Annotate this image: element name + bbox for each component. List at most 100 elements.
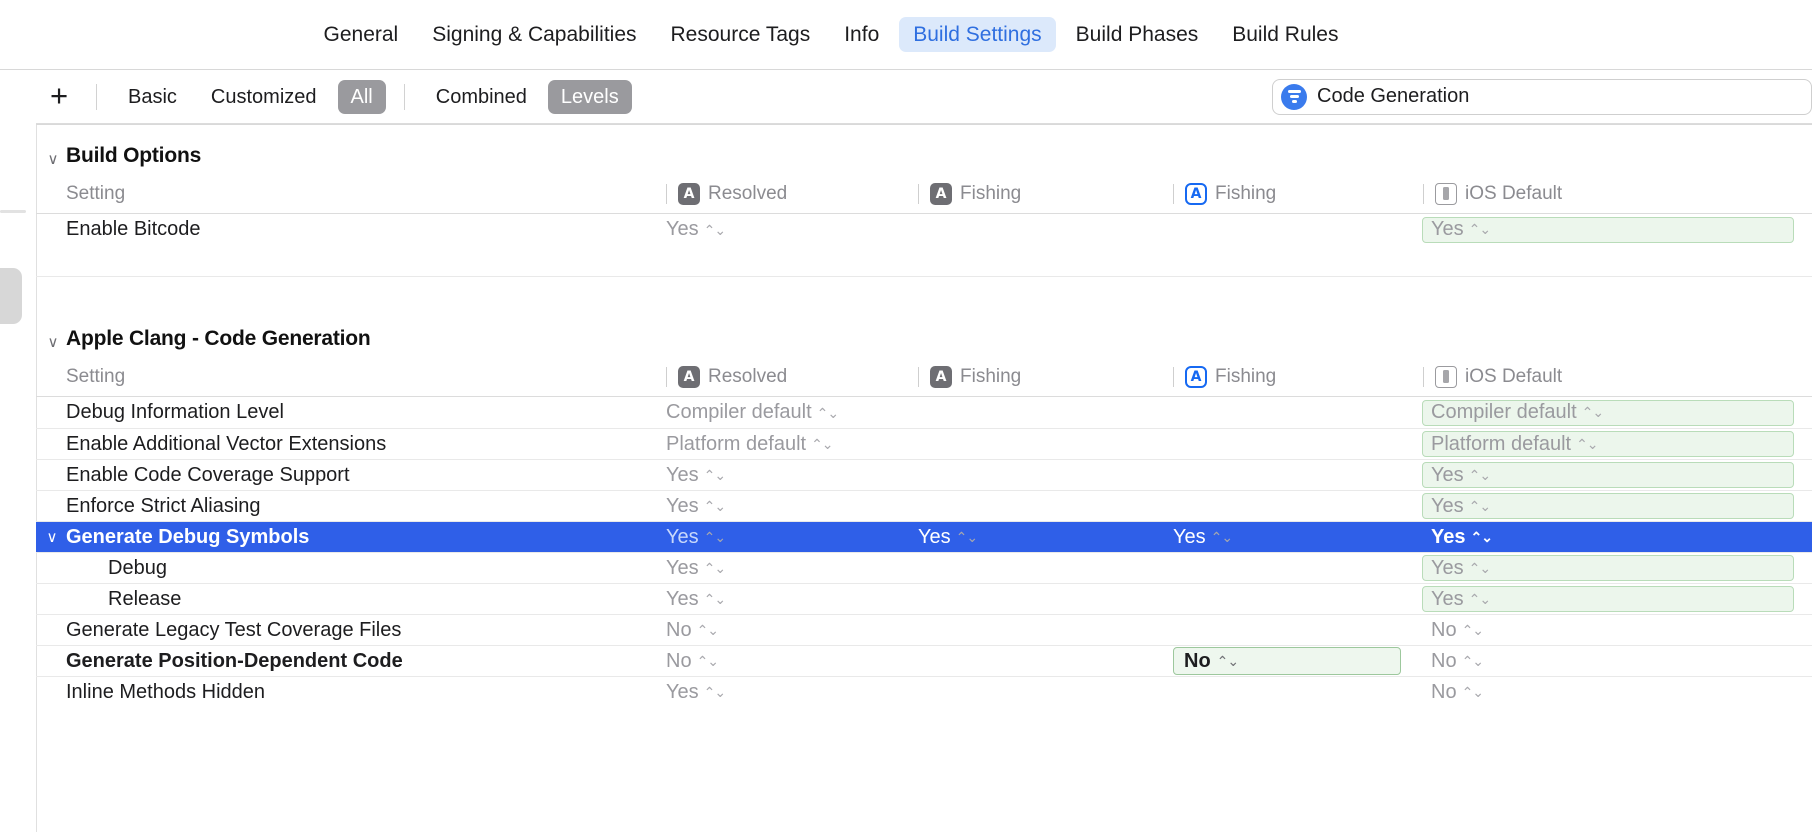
cell-resolved[interactable]: Yes ⌃⌄ [666, 495, 918, 518]
scope-customized[interactable]: Customized [198, 80, 330, 114]
cell-target-1[interactable]: Yes ⌃⌄ [918, 526, 1173, 549]
ios-default-value[interactable]: Yes ⌃⌄ [1422, 216, 1794, 243]
setting-label: Enable Additional Vector Extensions [66, 432, 387, 455]
cell-setting-name: Generate Debug Symbols [36, 526, 666, 549]
ios-default-value[interactable]: Compiler default ⌃⌄ [1422, 399, 1794, 426]
ios-default-value[interactable]: Yes ⌃⌄ [1422, 493, 1794, 519]
ios-default-text: Yes [1431, 494, 1464, 517]
cell-setting-name: Debug Information Level [36, 401, 666, 424]
cell-resolved[interactable]: Platform default ⌃⌄ [666, 433, 918, 456]
ios-default-value[interactable]: No ⌃⌄ [1422, 648, 1794, 674]
tab-info[interactable]: Info [830, 17, 893, 52]
cell-target-2[interactable]: No ⌃⌄ [1173, 647, 1423, 675]
tab-resource-tags[interactable]: Resource Tags [657, 17, 825, 52]
chevron-down-icon[interactable]: ∨ [40, 150, 66, 168]
cell-ios-default[interactable]: Yes ⌃⌄ [1422, 216, 1812, 243]
cell-ios-default[interactable]: Yes ⌃⌄ [1422, 586, 1812, 612]
ios-default-value[interactable]: Platform default ⌃⌄ [1422, 431, 1794, 457]
ios-default-value[interactable]: Yes ⌃⌄ [1422, 462, 1794, 488]
column-header-setting[interactable]: Setting [36, 183, 666, 205]
table-row[interactable]: ∨ Generate Debug Symbols Yes ⌃⌄ Yes ⌃⌄ Yes ⌃⌄ Ye… [36, 521, 1812, 552]
table-row[interactable]: Enable Additional Vector Extensions Platf… [36, 428, 1812, 459]
column-header-target-2[interactable]: A Fishing [1173, 365, 1423, 388]
column-header-ios-default-label: iOS Default [1465, 365, 1563, 387]
column-header-target-1[interactable]: A Fishing [918, 365, 1173, 388]
ios-device-icon [1435, 365, 1457, 388]
tab-signing-capabilities[interactable]: Signing & Capabilities [418, 17, 650, 52]
table-row[interactable]: Generate Position-Dependent Code No ⌃⌄ No ⌃⌄… [36, 645, 1812, 676]
cell-ios-default[interactable]: No ⌃⌄ [1423, 617, 1812, 643]
mode-segmented-control: Combined Levels [419, 79, 636, 114]
table-row[interactable]: Debug Information Level Compiler default ⌃… [36, 397, 1812, 428]
column-divider [1173, 366, 1174, 387]
focused-value-editor[interactable]: No ⌃⌄ [1173, 647, 1401, 675]
table-row[interactable]: Generate Legacy Test Coverage Files No ⌃⌄ N… [36, 614, 1812, 645]
cell-ios-default[interactable]: No ⌃⌄ [1423, 648, 1812, 674]
ios-default-value[interactable]: No ⌃⌄ [1422, 679, 1794, 705]
table-row[interactable]: Enable Bitcode Yes ⌃⌄ Yes ⌃⌄ [36, 214, 1812, 245]
cell-ios-default[interactable]: No ⌃⌄ [1423, 679, 1812, 705]
table-row[interactable]: Release Yes ⌃⌄ Yes ⌃⌄ [36, 583, 1812, 614]
ios-default-value[interactable]: Yes ⌃⌄ [1422, 524, 1794, 550]
cell-ios-default[interactable]: Yes ⌃⌄ [1422, 555, 1812, 581]
cell-resolved[interactable]: Yes ⌃⌄ [666, 464, 918, 487]
chevron-down-icon[interactable]: ∨ [40, 333, 66, 351]
cell-resolved[interactable]: Yes ⌃⌄ [666, 526, 918, 549]
xcode-project-icon-glyph: A [935, 185, 947, 202]
table-row[interactable]: Inline Methods Hidden Yes ⌃⌄ No ⌃⌄ [36, 676, 1812, 707]
xcode-project-icon: A [678, 182, 700, 205]
cell-ios-default[interactable]: Platform default ⌃⌄ [1422, 431, 1812, 457]
build-settings-table: ∨ Build Options Setting A Resolved A Fishing A F… [0, 124, 1812, 832]
tab-build-settings[interactable]: Build Settings [899, 17, 1056, 52]
add-setting-button[interactable]: + [36, 70, 82, 123]
table-row[interactable]: Debug Yes ⌃⌄ Yes ⌃⌄ [36, 552, 1812, 583]
setting-label: Generate Position-Dependent Code [66, 649, 403, 672]
mode-levels[interactable]: Levels [547, 79, 632, 114]
cell-setting-name: Debug [36, 557, 666, 580]
cell-ios-default[interactable]: Yes ⌃⌄ [1423, 524, 1812, 550]
column-header-target-1[interactable]: A Fishing [918, 182, 1173, 205]
settings-search-field[interactable]: Code Generation [1272, 78, 1812, 115]
stepper-icon: ⌃⌄ [1468, 466, 1491, 483]
ios-default-value[interactable]: No ⌃⌄ [1422, 617, 1794, 643]
stepper-icon: ⌃⌄ [1468, 559, 1491, 576]
scope-all[interactable]: All [337, 79, 386, 114]
column-header-resolved[interactable]: A Resolved [666, 182, 918, 205]
ios-default-value[interactable]: Yes ⌃⌄ [1422, 586, 1794, 612]
cell-resolved[interactable]: No ⌃⌄ [666, 650, 918, 673]
vertical-scrollbar-thumb[interactable] [0, 268, 22, 324]
scope-basic[interactable]: Basic [115, 80, 190, 114]
cell-value-text: Platform default [666, 432, 807, 455]
ios-default-text: Compiler default [1431, 401, 1577, 423]
xcode-project-icon: A [678, 365, 700, 388]
column-header-target-1-label: Fishing [960, 365, 1022, 387]
cell-resolved[interactable]: Yes ⌃⌄ [666, 218, 918, 241]
cell-ios-default[interactable]: Compiler default ⌃⌄ [1422, 399, 1812, 426]
cell-resolved[interactable]: No ⌃⌄ [666, 619, 918, 642]
chevron-down-icon[interactable]: ∨ [42, 528, 62, 546]
tab-general[interactable]: General [310, 17, 413, 52]
column-header-setting[interactable]: Setting [36, 366, 666, 388]
tab-build-phases[interactable]: Build Phases [1062, 17, 1213, 52]
tab-build-rules[interactable]: Build Rules [1218, 17, 1352, 52]
column-header-resolved[interactable]: A Resolved [666, 365, 918, 388]
setting-label: Enable Code Coverage Support [66, 463, 350, 486]
cell-ios-default[interactable]: Yes ⌃⌄ [1422, 493, 1812, 519]
cell-resolved[interactable]: Compiler default ⌃⌄ [666, 401, 918, 424]
mode-combined[interactable]: Combined [423, 80, 540, 114]
cell-resolved[interactable]: Yes ⌃⌄ [666, 681, 918, 704]
cell-resolved[interactable]: Yes ⌃⌄ [666, 588, 918, 611]
cell-value: Yes ⌃⌄ [918, 526, 1173, 549]
cell-setting-name: Enforce Strict Aliasing [36, 495, 666, 518]
column-header-ios-default[interactable]: iOS Default [1423, 182, 1812, 205]
table-row[interactable]: Enable Code Coverage Support Yes ⌃⌄ Yes ⌃⌄ [36, 459, 1812, 490]
cell-resolved[interactable]: Yes ⌃⌄ [666, 557, 918, 580]
column-header-ios-default[interactable]: iOS Default [1423, 365, 1812, 388]
column-header-target-2[interactable]: A Fishing [1173, 182, 1423, 205]
cell-ios-default[interactable]: Yes ⌃⌄ [1422, 462, 1812, 488]
stepper-icon: ⌃⌄ [703, 591, 726, 607]
ios-default-text: Yes [1431, 556, 1464, 579]
table-row[interactable]: Enforce Strict Aliasing Yes ⌃⌄ Yes ⌃⌄ [36, 490, 1812, 521]
ios-default-value[interactable]: Yes ⌃⌄ [1422, 555, 1794, 581]
cell-target-2[interactable]: Yes ⌃⌄ [1173, 526, 1423, 549]
